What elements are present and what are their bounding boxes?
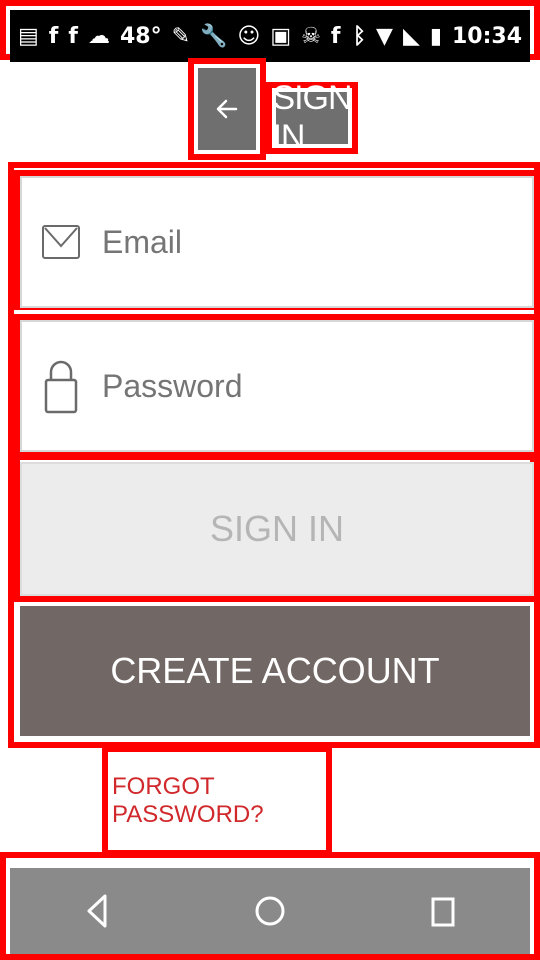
password-field[interactable] <box>20 320 534 452</box>
facebook-icon: f <box>68 23 78 49</box>
envelope-icon <box>22 222 100 262</box>
status-bar-content: ▤ f f ☁ 48° ✎ 🔧 ☺ ▣ ☠ f ᛒ ▼ ◣ ▮ 10:34 <box>10 10 530 62</box>
circle-home-icon <box>255 896 285 926</box>
status-system: ᛒ ▼ ◣ ▮ 10:34 <box>353 24 522 49</box>
create-account-button[interactable]: CREATE ACCOUNT <box>20 606 530 736</box>
temperature-text: 48° <box>119 23 162 49</box>
app-icon: ☺ <box>237 23 261 49</box>
wrench-icon: 🔧 <box>200 23 228 49</box>
page-title-frame: SIGN IN <box>266 79 358 156</box>
facebook-icon: f <box>330 23 341 49</box>
status-time: 10:34 <box>451 23 522 49</box>
app-icon: ☠ <box>301 23 321 49</box>
sign-in-button[interactable]: SIGN IN <box>20 462 534 596</box>
weather-icon: ☁ <box>87 23 110 49</box>
nav-recent-button[interactable] <box>408 876 478 946</box>
bluetooth-icon: ᛒ <box>352 23 367 49</box>
message-icon: ▤ <box>18 23 39 49</box>
app-icon: ✎ <box>171 23 191 49</box>
triangle-back-icon <box>87 894 107 928</box>
back-button-frame <box>188 58 266 160</box>
status-notifications: ▤ f f ☁ 48° ✎ 🔧 ☺ ▣ ☠ f <box>18 24 340 49</box>
nav-back-button[interactable] <box>62 876 132 946</box>
navigation-bar-frame <box>0 852 540 960</box>
app-icon: ▣ <box>270 23 292 49</box>
back-button[interactable] <box>198 68 256 150</box>
nav-home-button[interactable] <box>235 876 305 946</box>
square-recent-icon <box>431 897 455 927</box>
status-bar: ▤ f f ☁ 48° ✎ 🔧 ☺ ▣ ☠ f ᛒ ▼ ◣ ▮ 10:34 <box>0 0 540 62</box>
battery-icon: ▮ <box>429 23 442 49</box>
page-title: SIGN IN <box>272 79 352 156</box>
email-field[interactable] <box>20 176 534 308</box>
facebook-icon: f <box>48 23 59 49</box>
lock-icon <box>22 356 100 416</box>
forgot-password-link[interactable]: FORGOT PASSWORD? <box>112 756 322 846</box>
email-input[interactable] <box>100 222 484 262</box>
navigation-bar <box>10 868 530 954</box>
signal-icon: ◣ <box>402 23 420 49</box>
forgot-password-frame: FORGOT PASSWORD? <box>102 746 332 856</box>
wifi-icon: ▼ <box>376 23 393 49</box>
arrow-left-icon <box>216 99 238 119</box>
password-input[interactable] <box>100 366 484 406</box>
